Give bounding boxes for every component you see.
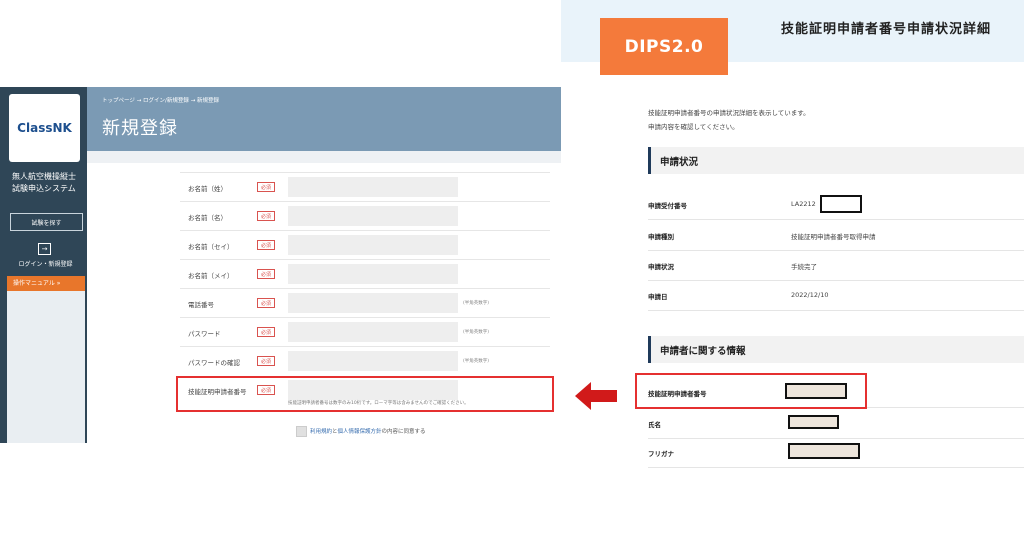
login-register-link[interactable]: ログイン・新規登録	[10, 259, 81, 268]
field-label: 電話番号	[188, 301, 214, 309]
intro-text: 技能証明申請者番号の申請状況詳細を表示しています。 申請内容を確認してください。	[648, 106, 810, 134]
first-name-input[interactable]	[288, 206, 458, 226]
search-exam-button[interactable]: 試験を探す	[10, 213, 83, 231]
field-label: お名前（名）	[188, 214, 227, 222]
redaction-box	[788, 443, 860, 459]
sidebar-panel	[7, 291, 85, 443]
system-title: 無人航空機操縦士試験申込システム	[12, 172, 76, 193]
highlight-box	[635, 373, 867, 409]
form-row: お名前（姓） 必須	[180, 172, 550, 202]
field-label: パスワードの確認	[188, 359, 240, 367]
detail-label: 申請状況	[648, 263, 674, 271]
detail-label: 申請日	[648, 293, 668, 301]
required-badge: 必須	[257, 298, 275, 308]
redaction-box	[820, 195, 862, 213]
detail-row: フリガナ	[648, 437, 1024, 468]
detail-row: 氏名	[648, 408, 1024, 439]
required-badge: 必須	[257, 211, 275, 221]
field-label: パスワード	[188, 330, 221, 338]
intro-line: 技能証明申請者番号の申請状況詳細を表示しています。	[648, 109, 810, 117]
field-label: お名前（セイ）	[188, 243, 234, 251]
classnk-logo: ClassNK	[9, 94, 80, 162]
required-badge: 必須	[257, 182, 275, 192]
agree-text: 利用規約と個人情報保護方針の内容に同意する	[310, 427, 426, 435]
password-confirm-input[interactable]	[288, 351, 458, 371]
cert-number-note: 技能証明申請者番号は数字のみ10桁です。ローマ字等は含みませんのでご確認ください…	[288, 401, 469, 406]
last-name-kana-input[interactable]	[288, 235, 458, 255]
sidebar: ClassNK 無人航空機操縦士試験申込システム 試験を探す → ログイン・新規…	[0, 87, 87, 443]
login-icon[interactable]: →	[38, 243, 51, 255]
last-name-input[interactable]	[288, 177, 458, 197]
detail-label: 申請種別	[648, 233, 674, 241]
detail-label: フリガナ	[648, 450, 674, 458]
detail-value: LA2212	[791, 200, 816, 208]
form-row: お名前（メイ） 必須	[180, 259, 550, 289]
required-badge: 必須	[257, 240, 275, 250]
dips-badge: DIPS2.0	[600, 18, 728, 75]
section-accent	[648, 147, 651, 174]
password-input[interactable]	[288, 322, 458, 342]
dips-page-title: 技能証明申請者番号申請状況詳細	[781, 22, 992, 37]
redaction-box	[788, 415, 839, 429]
page-title: 新規登録	[102, 118, 178, 139]
agree-checkbox[interactable]	[296, 426, 307, 437]
field-label: お名前（姓）	[188, 185, 227, 193]
form-row: パスワードの確認 必須 (半角英数字)	[180, 346, 550, 376]
field-hint: (半角英数字)	[463, 330, 490, 335]
agree-tail: の内容に同意する	[381, 429, 426, 435]
section-header: 申請者に関する情報	[648, 336, 1024, 363]
privacy-link[interactable]: 個人情報保護方針	[338, 429, 382, 435]
detail-label: 氏名	[648, 421, 661, 429]
detail-row: 申請状況 手続完了	[648, 250, 1024, 281]
required-badge: 必須	[257, 327, 275, 337]
section-title: 申請者に関する情報	[660, 346, 746, 357]
terms-link[interactable]: 利用規約	[310, 429, 332, 435]
required-badge: 必須	[257, 269, 275, 279]
detail-value: 2022/12/10	[791, 291, 829, 299]
form-row: お名前（名） 必須	[180, 201, 550, 231]
detail-row: 申請種別 技能証明申請者番号取得申請	[648, 220, 1024, 251]
form-row: パスワード 必須 (半角英数字)	[180, 317, 550, 347]
header-divider	[87, 151, 561, 163]
section-title: 申請状況	[660, 157, 699, 168]
first-name-kana-input[interactable]	[288, 264, 458, 284]
detail-row: 申請日 2022/12/10	[648, 280, 1024, 311]
phone-input[interactable]	[288, 293, 458, 313]
field-label: お名前（メイ）	[188, 272, 234, 280]
intro-line: 申請内容を確認してください。	[648, 123, 739, 131]
manual-button[interactable]: 操作マニュアル »	[7, 276, 85, 291]
detail-label: 申請受付番号	[648, 202, 687, 210]
form-row: 電話番号 必須 (半角英数字)	[180, 288, 550, 318]
detail-value: 技能証明申請者番号取得申請	[791, 233, 876, 241]
section-header: 申請状況	[648, 147, 1024, 174]
detail-row: 申請受付番号 LA2212	[648, 189, 1024, 220]
left-arrow-icon	[575, 382, 617, 410]
section-accent	[648, 336, 651, 363]
field-hint: (半角英数字)	[463, 301, 490, 306]
breadcrumb[interactable]: トップページ → ログイン/新規登録 → 新規登録	[102, 96, 219, 104]
highlight-box	[176, 376, 554, 412]
detail-value: 手続完了	[791, 263, 817, 271]
required-badge: 必須	[257, 356, 275, 366]
form-row: お名前（セイ） 必須	[180, 230, 550, 260]
field-hint: (半角英数字)	[463, 359, 490, 364]
